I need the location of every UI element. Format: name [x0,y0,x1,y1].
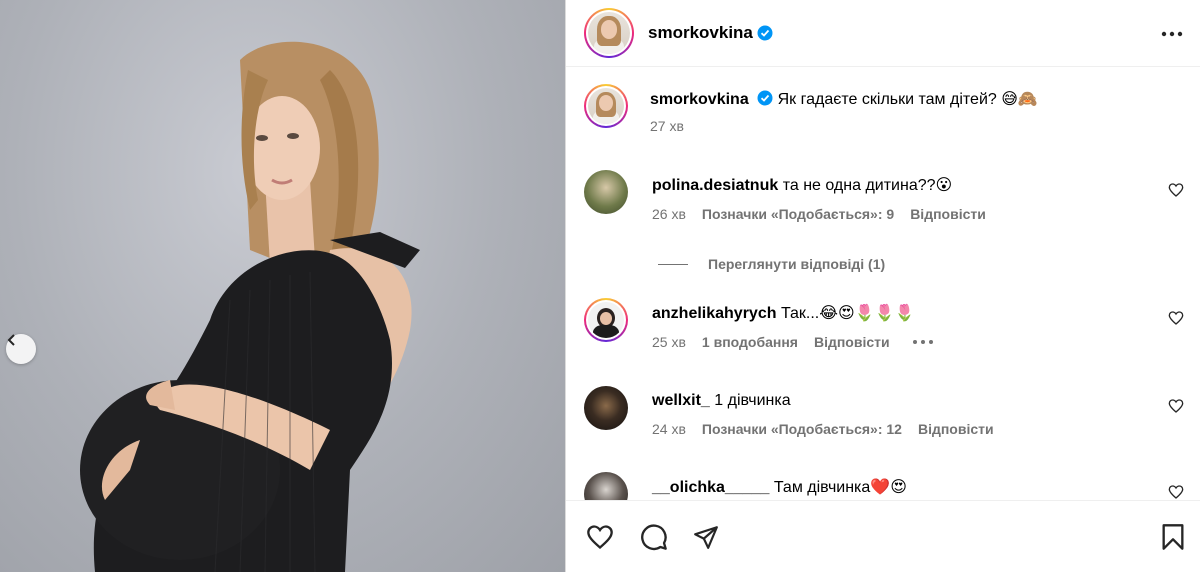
post-action-bar [566,500,1200,572]
heart-icon[interactable] [1168,484,1184,500]
like-button[interactable] [584,521,616,553]
comments-list[interactable]: smorkovkina Як гадаєте скільки там дітей… [566,68,1200,500]
caption-avatar[interactable] [584,84,628,128]
post-header: smorkovkina [566,0,1200,67]
heart-icon [587,525,613,550]
comment-username[interactable]: __olichka_____ [652,479,769,496]
comment-button[interactable] [638,521,670,553]
replies-divider [658,263,688,265]
comment-options-icon[interactable] [912,339,934,345]
save-button[interactable] [1157,521,1189,553]
author-avatar[interactable] [584,8,634,58]
commenter-avatar[interactable] [584,472,628,500]
comment-likes[interactable]: Позначки «Подобається»: 12 [702,421,902,437]
commenter-avatar[interactable] [584,170,628,214]
comment-text: Так... [780,305,820,322]
comment-text: та не одна дитина?? [782,177,936,194]
more-options-icon [1161,31,1183,37]
view-replies-label: Переглянути відповіді (1) [708,256,886,272]
post-details-panel: smorkovkina smorkovkina Як гадаєте скіль… [565,0,1200,572]
more-options-button[interactable] [1160,22,1184,46]
chevron-left-icon [7,334,15,346]
caption-time: 27 хв [650,118,684,134]
comment-username[interactable]: wellxit_ [652,392,710,409]
comment-text: Там дівчинка [773,479,871,496]
comment-time: 26 хв [652,206,686,222]
author-username[interactable]: smorkovkina [648,23,753,43]
reply-button[interactable]: Відповісти [918,421,994,437]
pregnant-woman-photo [80,41,420,572]
share-button[interactable] [690,521,722,553]
bookmark-icon [1162,524,1184,550]
comment-time: 24 хв [652,421,686,437]
comment-row: polina.desiatnuk та не одна дитина??😮 26… [584,170,1184,222]
comment-username[interactable]: polina.desiatnuk [652,177,778,194]
comment-time: 25 хв [652,334,686,350]
comment-row: wellxit_ 1 дівчинка 24 хв Позначки «Подо… [584,386,1184,437]
comment-emoji: ❤️😍 [870,477,907,496]
comment-icon [641,524,667,551]
caption-username[interactable]: smorkovkina [650,91,749,108]
comment-likes[interactable]: Позначки «Подобається»: 9 [702,206,894,222]
commenter-avatar[interactable] [584,386,628,430]
caption-row: smorkovkina Як гадаєте скільки там дітей… [584,84,1184,134]
reply-button[interactable]: Відповісти [910,206,986,222]
verified-badge-icon [757,90,773,106]
comment-text: 1 дівчинка [714,392,791,409]
comment-likes[interactable]: 1 вподобання [702,334,798,350]
comment-emoji: 😮 [935,175,953,194]
caption-text: Як гадаєте скільки там дітей? [777,91,997,108]
heart-icon[interactable] [1168,310,1184,326]
post-photo [0,0,565,572]
view-replies-button[interactable]: Переглянути відповіді (1) [658,256,885,272]
heart-icon[interactable] [1168,182,1184,198]
commenter-avatar[interactable] [584,298,628,342]
comment-username[interactable]: anzhelikahyrych [652,305,777,322]
share-icon [694,526,718,549]
reply-button[interactable]: Відповісти [814,334,890,350]
verified-badge-icon [757,25,773,41]
caption-emoji: 😅🙈 [1001,89,1038,108]
comment-row: __olichka_____ Там дівчинка❤️😍 [584,472,1184,500]
previous-photo-button[interactable] [6,334,36,364]
heart-icon[interactable] [1168,398,1184,414]
comment-row: anzhelikahyrych Так...😂😍🌷🌷🌷 25 хв 1 впод… [584,298,1184,350]
comment-emoji: 😂😍🌷🌷🌷 [819,303,915,322]
